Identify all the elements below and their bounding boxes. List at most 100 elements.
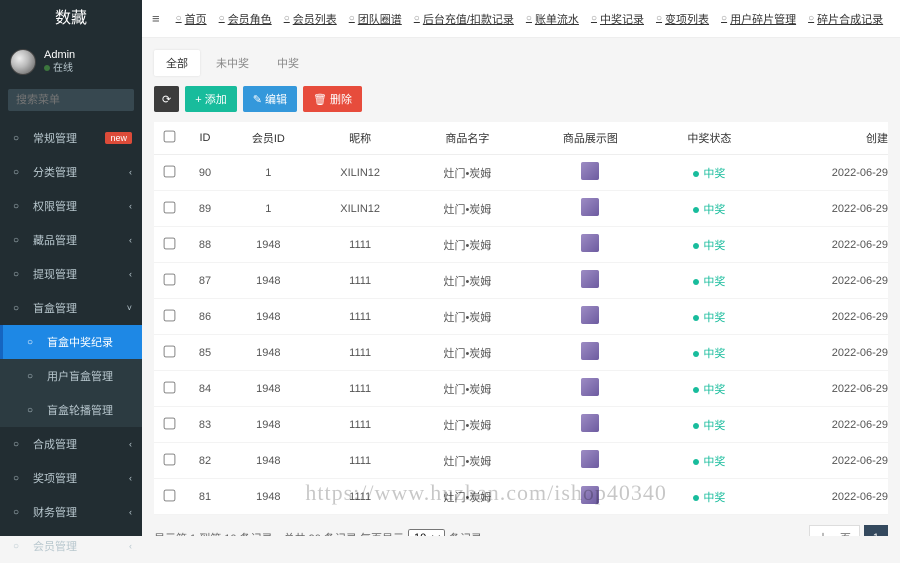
sidebar-item-分类管理[interactable]: ○分类管理‹ [0,155,142,189]
cell-thumb [525,263,655,299]
edit-button[interactable]: ✎ 编辑 [243,86,297,112]
cell-thumb [525,227,655,263]
cell-thumb [525,479,655,515]
cell-id: 81 [184,479,226,515]
col-header: ID [184,122,226,155]
table-row[interactable]: 8319481111灶门•炭姆中奖2022-06-29 [154,407,888,443]
menu-toggle-icon[interactable]: ≡ [152,11,160,26]
table-row[interactable]: 8219481111灶门•炭姆中奖2022-06-29 [154,443,888,479]
product-thumbnail[interactable] [581,342,599,360]
cell-status: 中奖 [656,335,764,371]
row-checkbox[interactable] [163,381,175,393]
tab-全部[interactable]: 全部 [154,50,200,76]
row-checkbox[interactable] [163,237,175,249]
sidebar-item-权限管理[interactable]: ○权限管理‹ [0,189,142,223]
sidebar-item-财务管理[interactable]: ○财务管理‹ [0,495,142,529]
circle-icon: ○ [591,13,597,24]
cell-id: 86 [184,299,226,335]
product-thumbnail[interactable] [581,414,599,432]
product-thumbnail[interactable] [581,306,599,324]
user-name: Admin [44,48,75,62]
sidebar-item-提现管理[interactable]: ○提现管理‹ [0,257,142,291]
cell-nickname: 1111 [311,407,410,443]
pagination-info: 显示第 1 到第 10 条记录，总共 90 条记录 每页显示 10 条记录 [154,529,482,536]
topnav-团队圈谱[interactable]: ○团队圈谱 [349,11,402,27]
circle-icon: ○ [656,13,662,24]
cell-nickname: 1111 [311,227,410,263]
cell-status: 中奖 [656,407,764,443]
table-row[interactable]: 8519481111灶门•炭姆中奖2022-06-29 [154,335,888,371]
sidebar-item-合成管理[interactable]: ○合成管理‹ [0,427,142,461]
cell-thumb [525,371,655,407]
search-input[interactable] [8,89,134,111]
cell-member-id: 1948 [226,263,311,299]
table-row[interactable]: 8419481111灶门•炭姆中奖2022-06-29 [154,371,888,407]
chevron-down-icon: ˅ [127,303,132,313]
chevron-left-icon: ‹ [129,167,132,177]
product-thumbnail[interactable] [581,270,599,288]
table-row[interactable]: 8619481111灶门•炭姆中奖2022-06-29 [154,299,888,335]
tab-bar: 全部未中奖中奖 [154,50,888,76]
sidebar-item-藏品管理[interactable]: ○藏品管理‹ [0,223,142,257]
row-checkbox[interactable] [163,201,175,213]
cell-status: 中奖 [656,371,764,407]
topnav-中奖记录[interactable]: ○中奖记录 [591,11,644,27]
sidebar-subitem-用户盲盒管理[interactable]: ○用户盲盒管理 [0,359,142,393]
table-row[interactable]: 901XILIN12灶门•炭姆中奖2022-06-29 [154,155,888,191]
table-row[interactable]: 8119481111灶门•炭姆中奖2022-06-29 [154,479,888,515]
cell-thumb [525,443,655,479]
sidebar-item-会员管理[interactable]: ○会员管理‹ [0,529,142,563]
cell-product: 灶门•炭姆 [410,299,526,335]
avatar[interactable] [10,49,36,75]
refresh-button[interactable]: ⟳ [154,86,179,112]
row-checkbox[interactable] [163,345,175,357]
cell-member-id: 1948 [226,407,311,443]
cell-product: 灶门•炭姆 [410,335,526,371]
table-row[interactable]: 891XILIN12灶门•炭姆中奖2022-06-29 [154,191,888,227]
product-thumbnail[interactable] [581,162,599,180]
topnav-用户碎片管理[interactable]: ○用户碎片管理 [721,11,796,27]
data-table: ID会员ID昵称商品名字商品展示图中奖状态创建 901XILIN12灶门•炭姆中… [154,122,888,515]
cell-id: 87 [184,263,226,299]
sidebar-item-常规管理[interactable]: ○常规管理new [0,121,142,155]
menu-item-icon: ○ [13,201,27,212]
product-thumbnail[interactable] [581,450,599,468]
sidebar-item-奖项管理[interactable]: ○奖项管理‹ [0,461,142,495]
topnav-账单流水[interactable]: ○账单流水 [526,11,579,27]
row-checkbox[interactable] [163,453,175,465]
sidebar-item-盲盒管理[interactable]: ○盲盒管理˅ [0,291,142,325]
tab-未中奖[interactable]: 未中奖 [204,50,261,76]
side-menu: ○常规管理new○分类管理‹○权限管理‹○藏品管理‹○提现管理‹○盲盒管理˅○盲… [0,121,142,563]
table-row[interactable]: 8819481111灶门•炭姆中奖2022-06-29 [154,227,888,263]
row-checkbox[interactable] [163,489,175,501]
row-checkbox[interactable] [163,165,175,177]
select-all-checkbox[interactable] [163,131,175,143]
sidebar-subitem-盲盒中奖纪录[interactable]: ○盲盒中奖纪录 [0,325,142,359]
page-size-select[interactable]: 10 [408,529,445,536]
product-thumbnail[interactable] [581,234,599,252]
product-thumbnail[interactable] [581,378,599,396]
row-checkbox[interactable] [163,417,175,429]
col-header: 昵称 [311,122,410,155]
sidebar-subitem-盲盒轮播管理[interactable]: ○盲盒轮播管理 [0,393,142,427]
col-header [154,122,184,155]
page-1-button[interactable]: 1 [864,525,888,536]
row-checkbox[interactable] [163,273,175,285]
product-thumbnail[interactable] [581,198,599,216]
topnav-碎片合成记录[interactable]: ○碎片合成记录 [808,11,883,27]
add-button[interactable]: + 添加 [185,86,236,112]
circle-icon: ○ [808,13,814,24]
row-checkbox[interactable] [163,309,175,321]
cell-date: 2022-06-29 [763,191,888,227]
delete-button[interactable]: 🗑 删除 [303,86,362,112]
prev-page-button[interactable]: 上一页 [809,525,860,536]
product-thumbnail[interactable] [581,486,599,504]
topnav-会员列表[interactable]: ○会员列表 [284,11,337,27]
topnav-首页[interactable]: ○首页 [176,11,207,27]
topnav-会员角色[interactable]: ○会员角色 [219,11,272,27]
topnav-变项列表[interactable]: ○变项列表 [656,11,709,27]
topnav-后台充值/扣款记录[interactable]: ○后台充值/扣款记录 [414,11,514,27]
table-row[interactable]: 8719481111灶门•炭姆中奖2022-06-29 [154,263,888,299]
cell-date: 2022-06-29 [763,155,888,191]
tab-中奖[interactable]: 中奖 [265,50,311,76]
